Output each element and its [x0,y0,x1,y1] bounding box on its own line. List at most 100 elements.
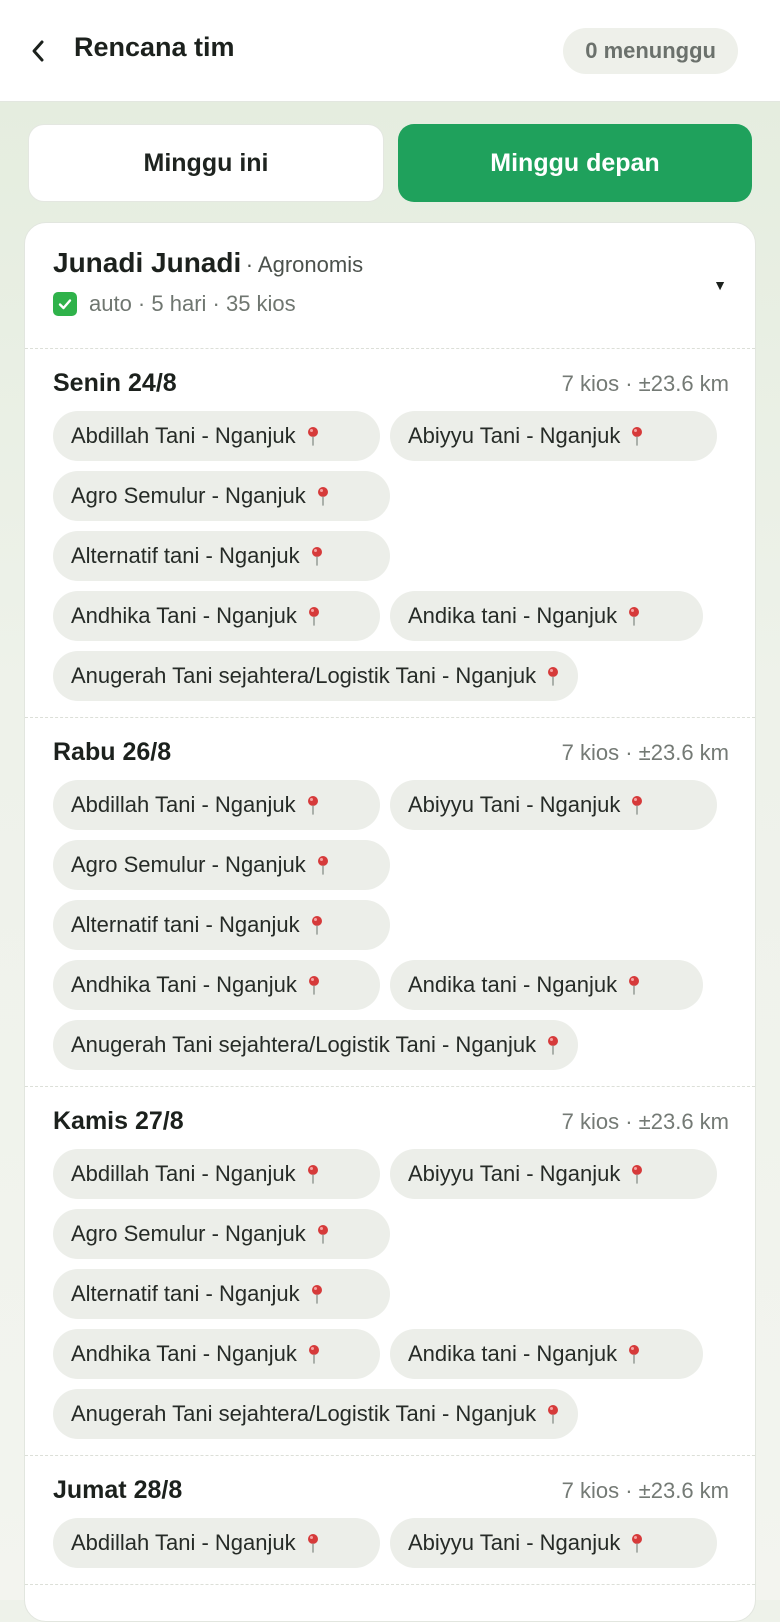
map-pin-icon [630,795,644,815]
map-pin-icon [630,426,644,446]
day-section: Rabu 26/8 7 kios · ±23.6 km Abdillah Tani … [25,718,755,1087]
member-plan-card: Junadi Junadi · Agronomis auto · 5 hari … [24,222,756,1622]
kios-chip[interactable]: Agro Semulur - Nganjuk [53,471,390,521]
kios-chip[interactable]: Abiyyu Tani - Nganjuk [390,411,717,461]
kios-chip-label: Alternatif tani - Nganjuk [71,1281,300,1306]
map-pin-icon [307,606,321,626]
map-pin-icon [627,975,641,995]
kios-chip[interactable]: Andika tani - Nganjuk [390,591,703,641]
kios-chip-label: Alternatif tani - Nganjuk [71,543,300,568]
member-header[interactable]: Junadi Junadi · Agronomis auto · 5 hari … [25,223,755,349]
day-title: Jumat 28/8 [53,1476,183,1504]
map-pin-icon [546,1035,560,1055]
kios-chip[interactable]: Abiyyu Tani - Nganjuk [390,1149,717,1199]
map-pin-icon [310,915,324,935]
map-pin-icon [630,1533,644,1553]
member-meta: auto · 5 hari · 35 kios [89,291,296,316]
map-pin-icon [546,1404,560,1424]
kios-chip[interactable]: Abiyyu Tani - Nganjuk [390,780,717,830]
check-box-icon [53,292,77,316]
map-pin-icon [307,975,321,995]
back-button[interactable] [26,36,50,66]
kios-chip-label: Andhika Tani - Nganjuk [71,972,297,997]
map-pin-icon [627,606,641,626]
map-pin-icon [310,546,324,566]
kios-chip[interactable]: Andhika Tani - Nganjuk [53,591,380,641]
kios-chip[interactable]: Anugerah Tani sejahtera/Logistik Tani - … [53,1389,579,1439]
app-header: Rencana tim 0 menunggu [0,0,780,102]
caret-down-icon[interactable]: ▼ [713,277,727,293]
page-title: Rencana tim [74,32,235,62]
kios-chip-label: Andhika Tani - Nganjuk [71,603,297,628]
kios-chip-label: Andika tani - Nganjuk [408,603,618,628]
kios-chip-label: Abdillah Tani - Nganjuk [71,423,296,448]
member-role: · Agronomis [245,252,364,277]
map-pin-icon [310,1284,324,1304]
day-summary: 7 kios · ±23.6 km [561,1478,729,1503]
map-pin-icon [306,1533,320,1553]
kios-chip-label: Andika tani - Nganjuk [408,972,618,997]
map-pin-icon [546,666,560,686]
map-pin-icon [306,1164,320,1184]
day-header: Senin 24/8 7 kios · ±23.6 km [53,369,729,401]
chevron-left-icon [32,40,44,62]
kios-chip[interactable]: Alternatif tani - Nganjuk [53,531,390,581]
tab-next-week[interactable]: Minggu depan [398,124,752,202]
kios-chip-label: Abdillah Tani - Nganjuk [71,1530,296,1555]
kios-chip-label: Andhika Tani - Nganjuk [71,1341,297,1366]
day-header: Rabu 26/8 7 kios · ±23.6 km [53,738,729,770]
map-pin-icon [307,1344,321,1364]
kios-chip-label: Agro Semulur - Nganjuk [71,1221,306,1246]
kios-chip[interactable]: Abdillah Tani - Nganjuk [53,780,380,830]
kios-chip-label: Anugerah Tani sejahtera/Logistik Tani - … [71,1032,537,1057]
map-pin-icon [316,1224,330,1244]
kios-chip[interactable]: Agro Semulur - Nganjuk [53,1209,390,1259]
pending-badge[interactable]: 0 menunggu [563,28,738,74]
kios-chip-label: Andika tani - Nganjuk [408,1341,618,1366]
day-header: Kamis 27/8 7 kios · ±23.6 km [53,1107,729,1139]
kios-chip[interactable]: Abiyyu Tani - Nganjuk [390,1518,717,1568]
day-summary: 7 kios · ±23.6 km [561,371,729,396]
kios-chip-label: Agro Semulur - Nganjuk [71,483,306,508]
kios-chip[interactable]: Andhika Tani - Nganjuk [53,960,380,1010]
kios-chip[interactable]: Anugerah Tani sejahtera/Logistik Tani - … [53,651,579,701]
day-section: Senin 24/8 7 kios · ±23.6 km Abdillah Tani… [25,349,755,718]
kios-chip-list: Abdillah Tani - Nganjuk Abiyyu Tani - Nga… [53,780,717,1070]
kios-chip-label: Agro Semulur - Nganjuk [71,852,306,877]
kios-chip-label: Abdillah Tani - Nganjuk [71,1161,296,1186]
kios-chip-label: Abiyyu Tani - Nganjuk [408,792,621,817]
kios-chip-label: Anugerah Tani sejahtera/Logistik Tani - … [71,1401,537,1426]
kios-chip-list: Abdillah Tani - Nganjuk Abiyyu Tani - Nga… [53,1149,717,1439]
kios-chip[interactable]: Andika tani - Nganjuk [390,1329,703,1379]
tab-this-week[interactable]: Minggu ini [28,124,384,202]
kios-chip[interactable]: Abdillah Tani - Nganjuk [53,1518,380,1568]
member-name: Junadi Junadi [53,247,242,278]
week-tabs: Minggu ini Minggu depan [28,124,752,202]
day-summary: 7 kios · ±23.6 km [561,740,729,765]
kios-chip-label: Alternatif tani - Nganjuk [71,912,300,937]
day-section: Kamis 27/8 7 kios · ±23.6 km Abdillah Tani… [25,1087,755,1456]
kios-chip-label: Abiyyu Tani - Nganjuk [408,1161,621,1186]
day-header: Jumat 28/8 7 kios · ±23.6 km [53,1476,729,1508]
map-pin-icon [316,486,330,506]
member-meta-row: auto · 5 hari · 35 kios [53,291,729,317]
map-pin-icon [316,855,330,875]
kios-chip[interactable]: Andhika Tani - Nganjuk [53,1329,380,1379]
kios-chip-list: Abdillah Tani - Nganjuk Abiyyu Tani - Nga… [53,1518,717,1568]
day-title: Senin 24/8 [53,369,177,397]
kios-chip[interactable]: Andika tani - Nganjuk [390,960,703,1010]
kios-chip-label: Abiyyu Tani - Nganjuk [408,423,621,448]
kios-chip[interactable]: Abdillah Tani - Nganjuk [53,411,380,461]
kios-chip-label: Abdillah Tani - Nganjuk [71,792,296,817]
days-list: Senin 24/8 7 kios · ±23.6 km Abdillah Tani… [25,349,755,1585]
map-pin-icon [306,795,320,815]
map-pin-icon [306,426,320,446]
day-title: Kamis 27/8 [53,1107,184,1135]
kios-chip[interactable]: Alternatif tani - Nganjuk [53,1269,390,1319]
kios-chip-list: Abdillah Tani - Nganjuk Abiyyu Tani - Nga… [53,411,717,701]
kios-chip[interactable]: Agro Semulur - Nganjuk [53,840,390,890]
day-summary: 7 kios · ±23.6 km [561,1109,729,1134]
kios-chip[interactable]: Alternatif tani - Nganjuk [53,900,390,950]
kios-chip[interactable]: Abdillah Tani - Nganjuk [53,1149,380,1199]
kios-chip[interactable]: Anugerah Tani sejahtera/Logistik Tani - … [53,1020,579,1070]
